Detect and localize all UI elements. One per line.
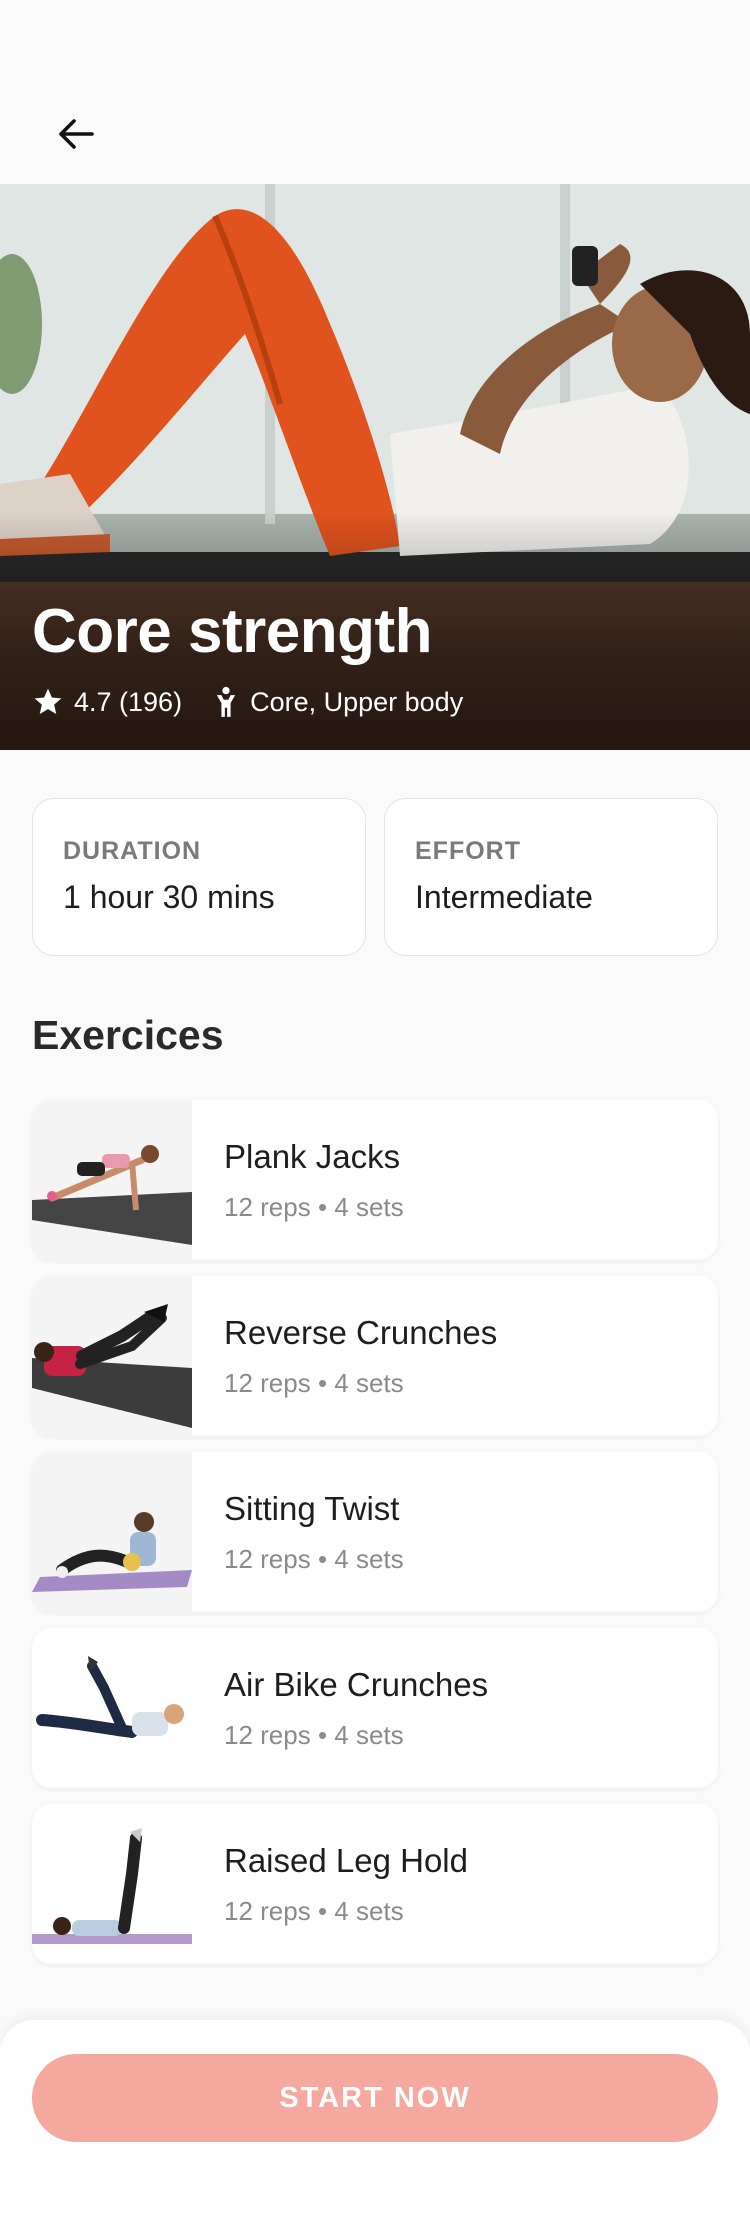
exercise-thumbnail — [32, 1804, 192, 1964]
exercises-heading: Exercices — [32, 1012, 224, 1058]
exercise-thumbnail — [32, 1628, 192, 1788]
exercise-thumbnail — [32, 1276, 192, 1436]
workout-title: Core strength — [32, 597, 432, 666]
hero-image: Core strength 4.7 (196) Core, Upper body — [0, 184, 750, 750]
exercise-detail: 12 reps • 4 sets — [224, 1368, 404, 1398]
exercise-item-sitting-twist[interactable]: Sitting Twist 12 reps • 4 sets — [32, 1452, 718, 1612]
start-now-button[interactable]: START NOW — [32, 2054, 718, 2142]
exercise-name: Sitting Twist — [224, 1490, 400, 1527]
exercise-name: Air Bike Crunches — [224, 1666, 489, 1703]
exercise-name: Reverse Crunches — [224, 1314, 498, 1351]
workout-detail-screen: Core strength 4.7 (196) Core, Upper body… — [0, 0, 750, 2240]
exercise-detail: 12 reps • 4 sets — [224, 1896, 404, 1926]
effort-card: EFFORT Intermediate — [384, 798, 718, 956]
duration-value: 1 hour 30 mins — [63, 879, 275, 915]
top-bar — [0, 0, 750, 184]
exercise-item-raised-leg-hold[interactable]: Raised Leg Hold 12 reps • 4 sets — [32, 1804, 718, 1964]
bottom-action-bar: START NOW — [0, 2020, 750, 2240]
exercise-detail: 12 reps • 4 sets — [224, 1544, 404, 1574]
back-button[interactable] — [46, 104, 106, 164]
body-parts-text: Core, Upper body — [250, 686, 464, 717]
duration-card: DURATION 1 hour 30 mins — [32, 798, 366, 956]
star-icon — [34, 688, 62, 714]
exercise-list: Plank Jacks 12 reps • 4 sets Reverse Cru… — [32, 1100, 718, 1980]
exercise-item-reverse-crunches[interactable]: Reverse Crunches 12 reps • 4 sets — [32, 1276, 718, 1436]
duration-label: DURATION — [63, 837, 202, 865]
exercise-item-plank-jacks[interactable]: Plank Jacks 12 reps • 4 sets — [32, 1100, 718, 1260]
person-icon — [216, 686, 236, 717]
exercise-name: Plank Jacks — [224, 1138, 401, 1175]
rating-text: 4.7 (196) — [74, 686, 183, 717]
effort-value: Intermediate — [415, 879, 593, 915]
exercise-thumbnail — [32, 1100, 192, 1260]
body-parts: Core, Upper body — [212, 686, 463, 718]
workout-meta: 4.7 (196) Core, Upper body — [32, 686, 493, 718]
rating: 4.7 (196) — [32, 686, 182, 718]
exercise-thumbnail — [32, 1452, 192, 1612]
exercise-item-air-bike-crunches[interactable]: Air Bike Crunches 12 reps • 4 sets — [32, 1628, 718, 1788]
exercise-name: Raised Leg Hold — [224, 1842, 468, 1879]
effort-label: EFFORT — [415, 837, 521, 865]
arrow-left-icon — [59, 119, 94, 149]
exercise-detail: 12 reps • 4 sets — [224, 1720, 404, 1750]
exercise-detail: 12 reps • 4 sets — [224, 1192, 404, 1222]
